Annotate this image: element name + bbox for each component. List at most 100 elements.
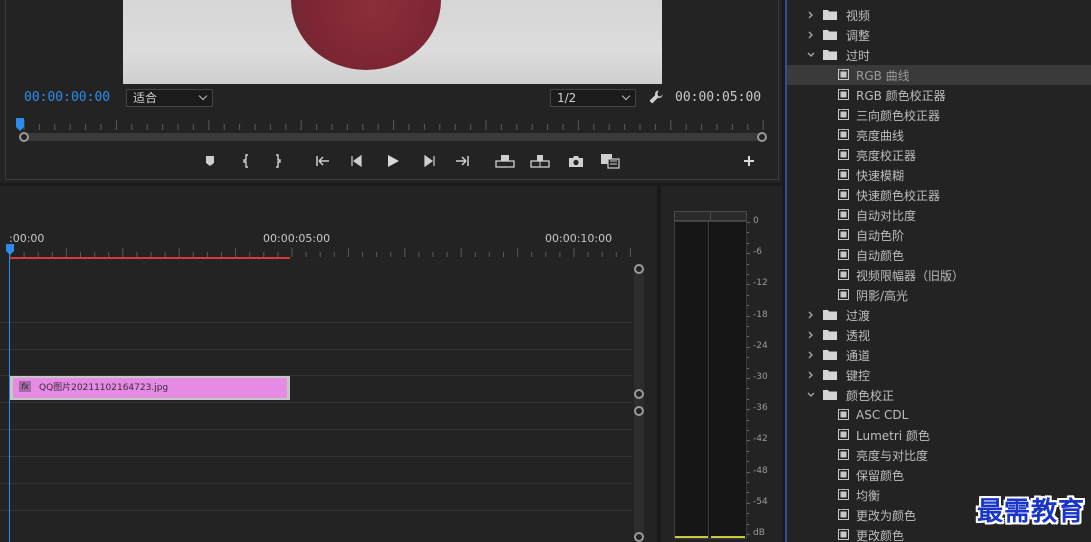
db-minor-tick — [747, 461, 749, 463]
chevron-right-icon[interactable] — [806, 350, 816, 360]
chevron-down-icon[interactable] — [806, 390, 816, 400]
timeline-vertical-scrollbar[interactable] — [634, 266, 644, 542]
monitor-zoom-scrollbar[interactable] — [24, 133, 762, 141]
effects-item[interactable]: 视频限幅器（旧版） — [787, 265, 1091, 285]
chevron-right-icon[interactable] — [806, 330, 816, 340]
db-tick — [747, 378, 750, 379]
db-minor-tick — [747, 492, 749, 494]
db-tick — [747, 409, 750, 411]
effects-item-label: RGB 颜色校正器 — [856, 88, 946, 103]
db-minor-tick — [747, 242, 749, 244]
watermark-logo: 最需教育 — [976, 497, 1085, 527]
effect-icon — [838, 109, 849, 120]
extract-button[interactable] — [529, 150, 551, 172]
lift-button[interactable] — [494, 150, 516, 172]
current-timecode[interactable]: 00:00:00:00 — [24, 90, 110, 105]
effects-item[interactable]: 亮度与对比度 — [787, 445, 1091, 465]
wrench-icon[interactable] — [648, 89, 664, 105]
step-forward-button[interactable] — [418, 150, 440, 172]
scroll-handle-bottom[interactable] — [634, 532, 644, 542]
effects-item[interactable]: 自动对比度 — [787, 205, 1091, 225]
effects-item[interactable]: 自动色阶 — [787, 225, 1091, 245]
chevron-down-icon — [198, 91, 208, 101]
mark-in-button[interactable] — [235, 150, 257, 172]
timeline-panel: :00:00 00:00:05:00 00:00:10:00 fx QQ图片20… — [0, 186, 657, 542]
effects-folder[interactable]: 过渡 — [787, 305, 1091, 325]
export-frame-button[interactable] — [565, 150, 587, 172]
mark-out-button[interactable] — [267, 150, 289, 172]
db-label: -30 — [753, 372, 768, 382]
db-minor-tick — [747, 523, 749, 525]
db-label: -18 — [753, 309, 768, 320]
effects-item[interactable]: 三向颜色校正器 — [787, 105, 1091, 125]
effects-item[interactable]: 阴影/高光 — [787, 285, 1091, 305]
effects-item[interactable]: ASC CDL — [787, 405, 1091, 425]
chevron-right-icon[interactable] — [806, 310, 816, 320]
monitor-time-ruler[interactable] — [22, 118, 764, 130]
track-divider — [0, 322, 632, 323]
folder-icon — [823, 330, 837, 340]
work-area-bar[interactable] — [10, 257, 290, 259]
meter-level — [711, 536, 745, 538]
effects-item-label: 键控 — [846, 368, 871, 383]
effects-item[interactable]: Lumetri 颜色 — [787, 425, 1091, 445]
effects-item[interactable]: 亮度曲线 — [787, 125, 1091, 145]
camera-icon — [569, 155, 583, 167]
effect-icon — [838, 249, 849, 260]
effects-item-label: 亮度与对比度 — [856, 448, 929, 463]
effect-icon — [838, 169, 849, 180]
effects-folder[interactable]: 通道 — [787, 345, 1091, 365]
effects-folder[interactable]: 键控 — [787, 365, 1091, 385]
effects-folder[interactable]: 透视 — [787, 325, 1091, 345]
effects-item[interactable]: RGB 曲线 — [787, 65, 1091, 85]
effect-icon — [838, 449, 849, 460]
duration-timecode: 00:00:05:00 — [675, 90, 762, 105]
effect-icon — [838, 529, 849, 540]
timeline-clip[interactable]: fx QQ图片20211102164723.jpg — [10, 376, 290, 400]
go-to-in-button[interactable] — [312, 150, 334, 172]
chevron-right-icon[interactable] — [806, 10, 816, 20]
fit-zoom-select[interactable]: 适合 — [126, 89, 213, 107]
effects-folder[interactable]: 过时 — [787, 45, 1091, 65]
step-back-button[interactable] — [346, 150, 368, 172]
effects-item-label: ASC CDL — [856, 408, 909, 422]
scroll-handle-top[interactable] — [634, 406, 644, 416]
effects-item[interactable]: 自动颜色 — [787, 245, 1091, 265]
effects-item[interactable]: 快速颜色校正器 — [787, 185, 1091, 205]
add-marker-button[interactable] — [199, 150, 221, 172]
effects-folder[interactable]: 颜色校正 — [787, 385, 1091, 405]
scroll-handle-top[interactable] — [634, 264, 644, 274]
scroll-handle-bottom[interactable] — [634, 389, 644, 399]
db-minor-tick — [747, 513, 749, 515]
effects-item-label: 视频 — [846, 8, 871, 23]
effects-item-label: 三向颜色校正器 — [856, 108, 941, 123]
effect-icon — [838, 509, 849, 520]
track-divider — [0, 456, 632, 457]
effects-item-label: 视频限幅器（旧版） — [856, 268, 965, 283]
timeline-playhead[interactable] — [6, 244, 14, 256]
folder-icon — [823, 10, 837, 20]
effect-icon — [838, 489, 849, 500]
db-label: -48 — [753, 465, 768, 476]
meter-peak-indicators[interactable] — [674, 211, 747, 221]
go-to-out-button[interactable] — [451, 150, 473, 172]
chevron-right-icon[interactable] — [806, 370, 816, 380]
comparison-view-button[interactable] — [599, 150, 621, 172]
effects-item[interactable]: 保留颜色 — [787, 465, 1091, 485]
effects-item-label: Lumetri 颜色 — [856, 428, 930, 443]
monitor-playhead[interactable] — [16, 118, 24, 132]
db-label: -24 — [753, 340, 768, 351]
playback-resolution-select[interactable]: 1/2 — [550, 89, 636, 107]
step-forward-icon — [424, 155, 435, 167]
chevron-right-icon[interactable] — [806, 30, 816, 40]
chevron-down-icon[interactable] — [806, 50, 816, 60]
play-button[interactable] — [382, 150, 404, 172]
effects-folder[interactable]: 调整 — [787, 25, 1091, 45]
effects-item[interactable]: 快速模糊 — [787, 165, 1091, 185]
effects-item[interactable]: 亮度校正器 — [787, 145, 1091, 165]
zoom-handle-left[interactable] — [19, 132, 29, 142]
effects-folder[interactable]: 视频 — [787, 5, 1091, 25]
zoom-handle-right[interactable] — [757, 132, 767, 142]
effects-item[interactable]: RGB 颜色校正器 — [787, 85, 1091, 105]
button-editor-button[interactable] — [738, 150, 760, 172]
